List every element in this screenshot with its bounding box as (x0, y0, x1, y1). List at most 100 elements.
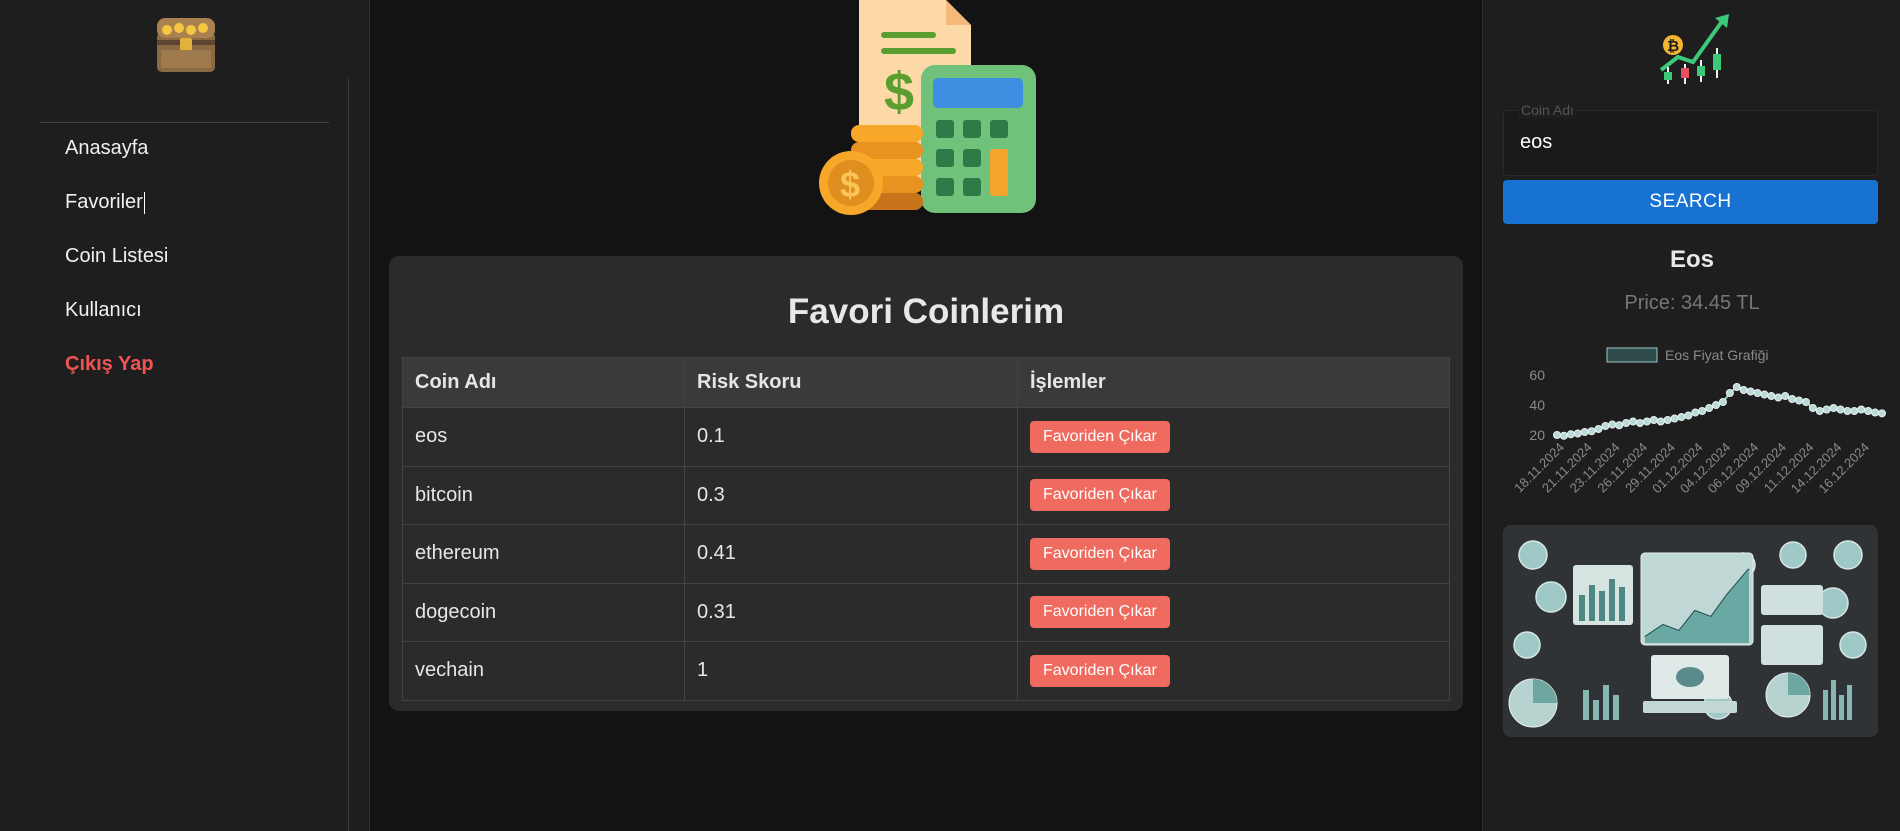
table-row: vechain 1 Favoriden Çıkar (402, 641, 1450, 701)
chart-point (1815, 407, 1824, 415)
coin-search-field: Coin Adı (1503, 102, 1878, 176)
cell-risk: 0.31 (684, 582, 1018, 642)
text-cursor (143, 191, 145, 214)
right-panel: ₿ Coin Adı SEARCH Eos Price: 34.45 TL Eo… (1482, 0, 1900, 831)
column-header-coin: Coin Adı (402, 357, 685, 408)
table-row: bitcoin 0.3 Favoriden Çıkar (402, 465, 1450, 525)
chart-point (1559, 431, 1568, 440)
cell-actions: Favoriden Çıkar (1017, 465, 1450, 525)
sidebar-item-favoriler[interactable]: Favoriler (65, 184, 168, 238)
cell-actions: Favoriden Çıkar (1017, 524, 1450, 584)
chart-point (1573, 429, 1582, 438)
table-row: eos 0.1 Favoriden Çıkar (402, 407, 1450, 467)
column-header-risk: Risk Skoru (684, 357, 1018, 408)
chart-point (1712, 401, 1721, 409)
chart-point (1622, 419, 1631, 427)
chart-point (1718, 398, 1727, 406)
chart-point (1649, 416, 1658, 424)
chart-point (1850, 407, 1859, 415)
svg-text:$: $ (884, 62, 914, 122)
chart-point (1829, 404, 1838, 412)
chart-point (1739, 386, 1748, 394)
favorites-table: Coin Adı Risk Skoru İşlemler eos 0.1 Fav… (402, 357, 1450, 701)
chart-point (1566, 430, 1575, 439)
chart-point (1580, 428, 1589, 436)
chart-point (1587, 427, 1596, 436)
coin-search-input[interactable] (1520, 127, 1860, 157)
cell-risk: 0.1 (684, 407, 1018, 467)
cell-coin: ethereum (402, 524, 685, 584)
chart-point (1732, 383, 1741, 391)
page-title: Favori Coinlerim (787, 292, 1065, 331)
sidebar-nav: Anasayfa Favoriler Coin Listesi Kullanıc… (65, 130, 168, 400)
sidebar-item-kullanici[interactable]: Kullanıcı (65, 292, 168, 346)
chart-y-tick-label: 20 (1529, 427, 1545, 443)
favorites-card: Favori Coinlerim Coin Adı Risk Skoru İşl… (389, 256, 1463, 711)
chart-point (1642, 417, 1651, 426)
sidebar: Anasayfa Favoriler Coin Listesi Kullanıc… (0, 0, 370, 831)
chart-y-tick-label: 40 (1529, 397, 1545, 413)
cell-actions: Favoriden Çıkar (1017, 407, 1450, 467)
sidebar-item-label: Kullanıcı (65, 299, 142, 321)
sidebar-divider-vertical (348, 78, 349, 831)
chart-point (1615, 421, 1624, 430)
coin-name: Eos (1669, 246, 1714, 273)
main-content: $ $ Favori Coinlerim Coin Adı Risk Skoru… (371, 0, 1482, 831)
sidebar-item-label: Favoriler (65, 191, 143, 213)
chart-point (1656, 417, 1665, 426)
svg-text:$: $ (840, 164, 860, 205)
chart-point (1663, 416, 1672, 424)
chart-point (1878, 409, 1886, 418)
cell-actions: Favoriden Çıkar (1017, 582, 1450, 642)
coin-price: Price: 34.45 TL (1624, 292, 1760, 314)
sidebar-divider (40, 122, 329, 123)
remove-favorite-button[interactable]: Favoriden Çıkar (1030, 537, 1170, 570)
chart-point (1801, 398, 1810, 406)
remove-favorite-button[interactable]: Favoriden Çıkar (1030, 596, 1170, 629)
sidebar-item-coin-listesi[interactable]: Coin Listesi (65, 238, 168, 292)
chart-point (1629, 417, 1638, 426)
chart-point (1843, 407, 1852, 415)
chart-legend-swatch (1606, 347, 1658, 363)
chart-point (1822, 405, 1831, 414)
chart-point (1857, 405, 1866, 414)
bill-calculator-coins-icon: $ $ (811, 0, 1041, 215)
cell-coin: vechain (402, 641, 685, 701)
crypto-dashboard-illustration (1503, 525, 1878, 737)
table-header-row: Coin Adı Risk Skoru İşlemler (402, 357, 1450, 408)
chart-point (1684, 411, 1693, 420)
cell-coin: bitcoin (402, 465, 685, 525)
cell-risk: 0.41 (684, 524, 1018, 584)
chart-point (1871, 408, 1880, 417)
chart-point (1635, 419, 1644, 427)
table-row: dogecoin 0.31 Favoriden Çıkar (402, 582, 1450, 642)
chart-point (1753, 389, 1762, 397)
sidebar-item-logout[interactable]: Çıkış Yap (65, 346, 168, 400)
chart-point (1725, 389, 1734, 397)
remove-favorite-button[interactable]: Favoriden Çıkar (1030, 479, 1170, 512)
chart-point (1705, 404, 1714, 412)
sidebar-item-label: Çıkış Yap (65, 353, 154, 375)
cell-coin: eos (402, 407, 685, 467)
table-row: ethereum 0.41 Favoriden Çıkar (402, 524, 1450, 584)
sidebar-item-anasayfa[interactable]: Anasayfa (65, 130, 168, 184)
chart-point (1691, 408, 1700, 417)
chart-legend-label: Eos Fiyat Grafiği (1665, 347, 1768, 363)
chart-point (1774, 393, 1783, 402)
remove-favorite-button[interactable]: Favoriden Çıkar (1030, 420, 1170, 453)
cell-coin: dogecoin (402, 582, 685, 642)
search-button[interactable]: SEARCH (1503, 180, 1878, 224)
chart-point (1677, 413, 1686, 421)
cell-actions: Favoriden Çıkar (1017, 641, 1450, 701)
chart-point (1553, 431, 1561, 439)
chart-point (1760, 390, 1769, 399)
treasure-chest-icon[interactable] (153, 10, 219, 76)
remove-favorite-button[interactable]: Favoriden Çıkar (1030, 654, 1170, 687)
sidebar-item-label: Coin Listesi (65, 245, 169, 267)
chart-point (1608, 420, 1617, 429)
chart-point (1795, 396, 1804, 405)
svg-text:₿: ₿ (1667, 38, 1679, 55)
cell-risk: 1 (684, 641, 1018, 701)
chart-point (1767, 392, 1776, 400)
chart-point (1601, 422, 1610, 430)
